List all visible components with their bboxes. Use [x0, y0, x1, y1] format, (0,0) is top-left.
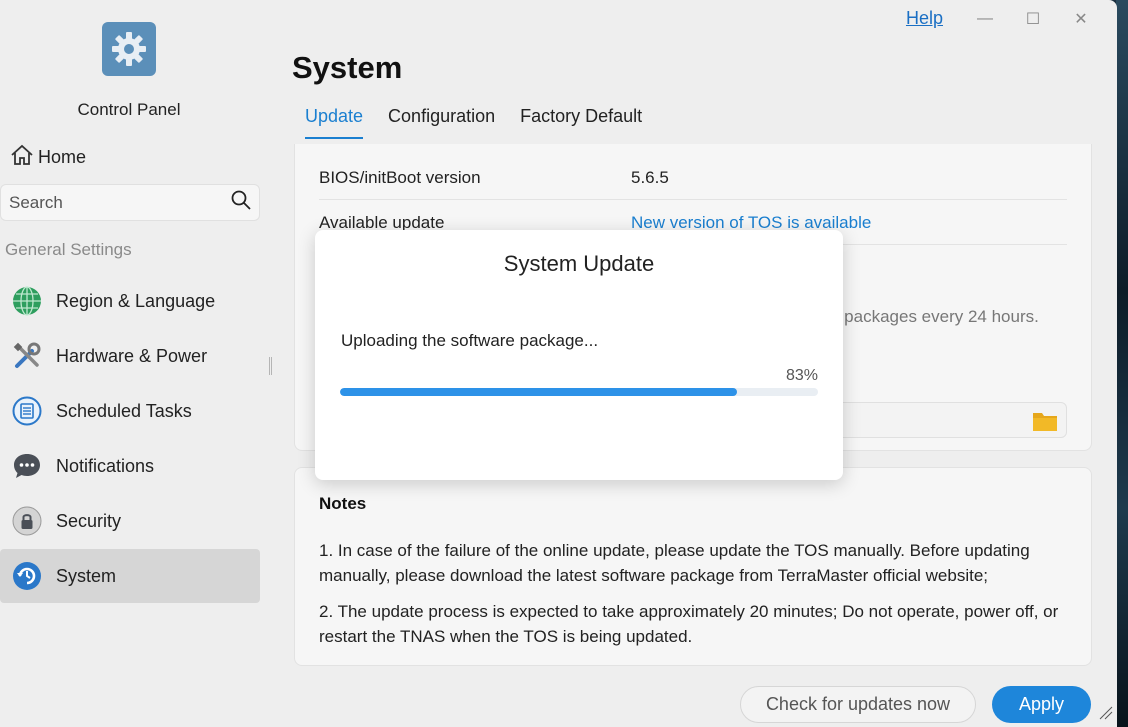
progress-percentage: 83%	[785, 367, 818, 384]
control-panel-window: Control Panel Home General Settings	[0, 0, 1117, 727]
dialog-message: Uploading the software package...	[341, 331, 599, 350]
upload-progress-fill	[340, 388, 737, 396]
system-update-dialog: System Update Uploading the software pac…	[315, 230, 843, 480]
upload-progress-bar	[340, 388, 818, 396]
dialog-title: System Update	[503, 251, 655, 276]
desktop-background	[1116, 0, 1128, 727]
